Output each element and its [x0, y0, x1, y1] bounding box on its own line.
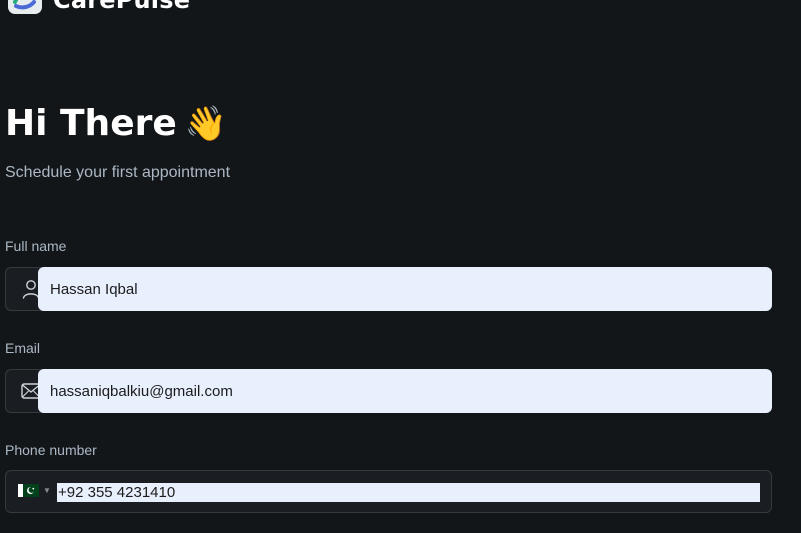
phone-number-input[interactable]: +92 355 4231410 — [57, 483, 760, 502]
email-input[interactable]: hassaniqbalkiu@gmail.com — [38, 369, 772, 413]
patient-registration-page: CarePulse Hi There 👋 Schedule your first… — [0, 0, 801, 533]
full-name-field[interactable]: Hassan Iqbal — [5, 267, 772, 311]
page-subtitle: Schedule your first appointment — [5, 164, 231, 181]
greeting-text: Hi There — [5, 103, 177, 144]
full-name-label: Full name — [5, 238, 67, 254]
email-field[interactable]: hassaniqbalkiu@gmail.com — [5, 369, 772, 413]
brand-name: CarePulse — [53, 0, 191, 14]
email-label: Email — [5, 340, 41, 356]
carepulse-logo-icon — [8, 0, 42, 14]
country-select[interactable]: ▼ — [18, 484, 51, 497]
phone-number-label: Phone number — [5, 442, 97, 458]
pakistan-flag-icon — [18, 484, 39, 497]
brand-header: CarePulse — [8, 0, 190, 14]
full-name-input[interactable]: Hassan Iqbal — [38, 267, 772, 311]
waving-hand-icon: 👋 — [184, 103, 228, 144]
chevron-down-icon: ▼ — [43, 486, 51, 495]
phone-number-field[interactable]: ▼ +92 355 4231410 — [5, 470, 772, 513]
page-title: Hi There 👋 — [5, 103, 227, 144]
